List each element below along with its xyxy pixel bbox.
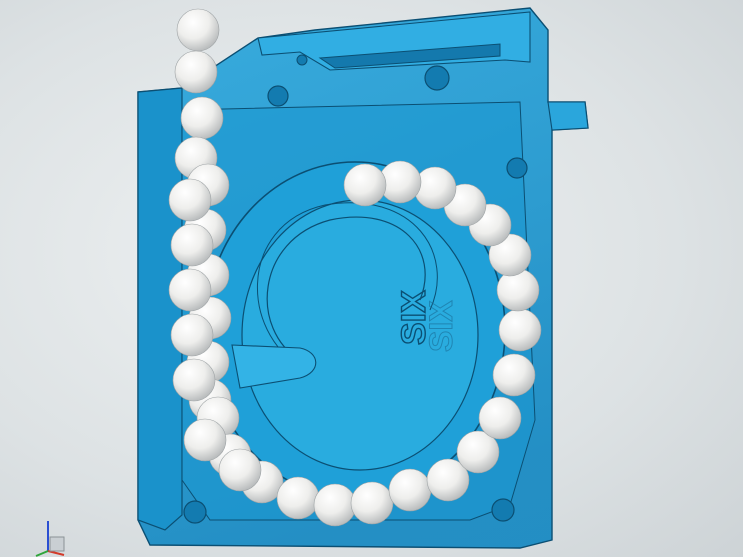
ball[interactable] (183, 418, 227, 462)
ball[interactable] (388, 468, 432, 512)
model-scene: SIX SIX (137, 7, 589, 549)
ball[interactable] (174, 50, 218, 94)
ball[interactable] (176, 8, 220, 52)
mount-hole-top-right[interactable] (506, 157, 528, 179)
ball[interactable] (170, 313, 214, 357)
engraved-text-shadow: SIX (423, 300, 459, 352)
mount-hole-bottom-right[interactable] (491, 498, 515, 522)
small-hole[interactable] (296, 54, 308, 66)
ball[interactable] (478, 396, 522, 440)
mount-hole-top-left[interactable] (267, 85, 289, 107)
ball[interactable] (498, 308, 542, 352)
ball[interactable] (313, 483, 357, 527)
axis-triad[interactable] (28, 515, 72, 557)
mount-hole-top-mid[interactable] (424, 65, 450, 91)
ball[interactable] (218, 448, 262, 492)
ball[interactable] (496, 268, 540, 312)
ball[interactable] (170, 223, 214, 267)
ball[interactable] (168, 268, 212, 312)
ball[interactable] (180, 96, 224, 140)
y-axis (35, 550, 49, 557)
ball[interactable] (492, 353, 536, 397)
ball[interactable] (350, 481, 394, 525)
x-axis (47, 550, 65, 556)
ball[interactable] (276, 476, 320, 520)
triad-box (49, 536, 65, 552)
mount-hole-bottom-left[interactable] (183, 500, 207, 524)
ball[interactable] (343, 163, 387, 207)
3d-viewport[interactable]: SIX SIX (0, 0, 743, 557)
ball[interactable] (172, 358, 216, 402)
right-tab (547, 101, 589, 131)
ball[interactable] (168, 178, 212, 222)
